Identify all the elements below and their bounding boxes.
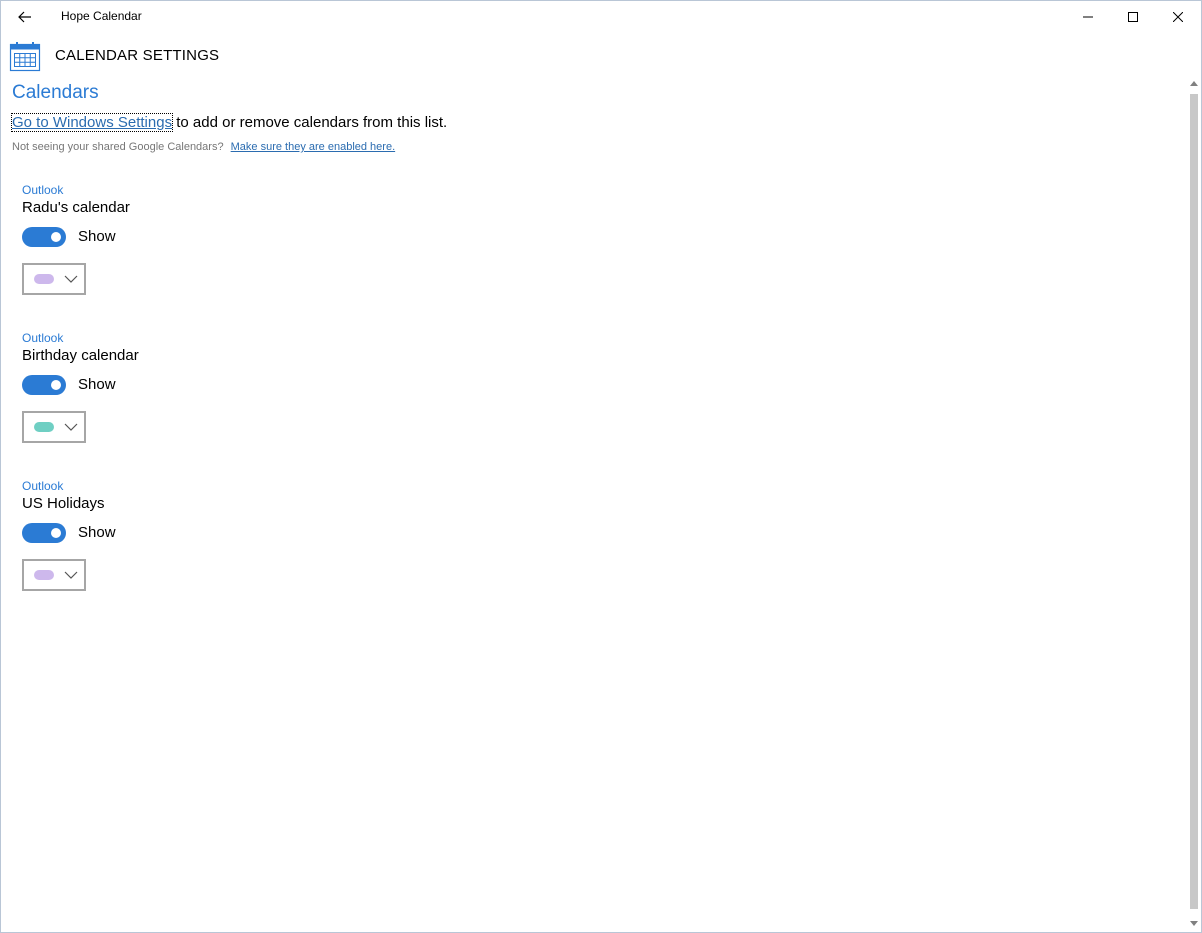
calendar-entry: Outlook Birthday calendar Show xyxy=(22,331,422,471)
title-bar: Hope Calendar xyxy=(1,1,1201,33)
close-button[interactable] xyxy=(1155,1,1201,33)
color-swatch xyxy=(34,274,54,284)
calendar-entry: Outlook Radu's calendar Show xyxy=(22,183,422,323)
toggle-knob xyxy=(51,380,61,390)
color-picker-dropdown[interactable] xyxy=(22,263,86,295)
app-title: Hope Calendar xyxy=(61,9,142,23)
calendar-provider: Outlook xyxy=(22,479,64,493)
color-picker-dropdown[interactable] xyxy=(22,411,86,443)
color-picker-dropdown[interactable] xyxy=(22,559,86,591)
calendar-name: US Holidays xyxy=(22,495,105,512)
show-toggle-label: Show xyxy=(78,228,116,245)
calendar-name: Birthday calendar xyxy=(22,347,139,364)
minimize-button[interactable] xyxy=(1065,1,1111,33)
windows-settings-line: Go to Windows Settings to add or remove … xyxy=(10,113,448,132)
show-toggle[interactable] xyxy=(22,375,66,395)
show-toggle[interactable] xyxy=(22,227,66,247)
back-arrow-icon xyxy=(18,11,31,23)
scroll-up-icon xyxy=(1190,80,1198,86)
windows-settings-link[interactable]: Go to Windows Settings xyxy=(10,113,174,132)
show-toggle-label: Show xyxy=(78,524,116,541)
maximize-icon xyxy=(1128,12,1138,22)
back-button[interactable] xyxy=(1,1,49,33)
google-calendars-link[interactable]: Make sure they are enabled here. xyxy=(231,141,396,153)
scroll-down-icon xyxy=(1190,920,1198,926)
minimize-icon xyxy=(1083,16,1093,18)
color-swatch xyxy=(34,570,54,580)
app-window: Hope Calendar CALENDAR SETTINGS Calendar… xyxy=(0,0,1202,933)
page-header: CALENDAR SETTINGS xyxy=(1,37,1181,73)
close-icon xyxy=(1173,12,1183,22)
scroll-up-button[interactable] xyxy=(1187,76,1201,90)
toggle-knob xyxy=(51,232,61,242)
google-calendars-text: Not seeing your shared Google Calendars? xyxy=(12,141,224,153)
toggle-knob xyxy=(51,528,61,538)
chevron-down-icon xyxy=(64,571,78,579)
scroll-thumb[interactable] xyxy=(1190,94,1198,909)
calendar-provider: Outlook xyxy=(22,331,64,345)
google-calendars-line: Not seeing your shared Google Calendars?… xyxy=(12,141,395,153)
calendar-entry: Outlook US Holidays Show xyxy=(22,479,422,619)
chevron-down-icon xyxy=(64,423,78,431)
page-title: CALENDAR SETTINGS xyxy=(55,47,220,64)
calendar-name: Radu's calendar xyxy=(22,199,130,216)
show-toggle[interactable] xyxy=(22,523,66,543)
calendar-icon xyxy=(9,42,41,72)
show-toggle-label: Show xyxy=(78,376,116,393)
calendar-provider: Outlook xyxy=(22,183,64,197)
chevron-down-icon xyxy=(64,275,78,283)
vertical-scrollbar[interactable] xyxy=(1187,74,1201,932)
maximize-button[interactable] xyxy=(1110,1,1156,33)
scroll-down-button[interactable] xyxy=(1187,916,1201,930)
windows-settings-suffix: to add or remove calendars from this lis… xyxy=(172,114,448,131)
color-swatch xyxy=(34,422,54,432)
section-title: Calendars xyxy=(12,82,99,103)
